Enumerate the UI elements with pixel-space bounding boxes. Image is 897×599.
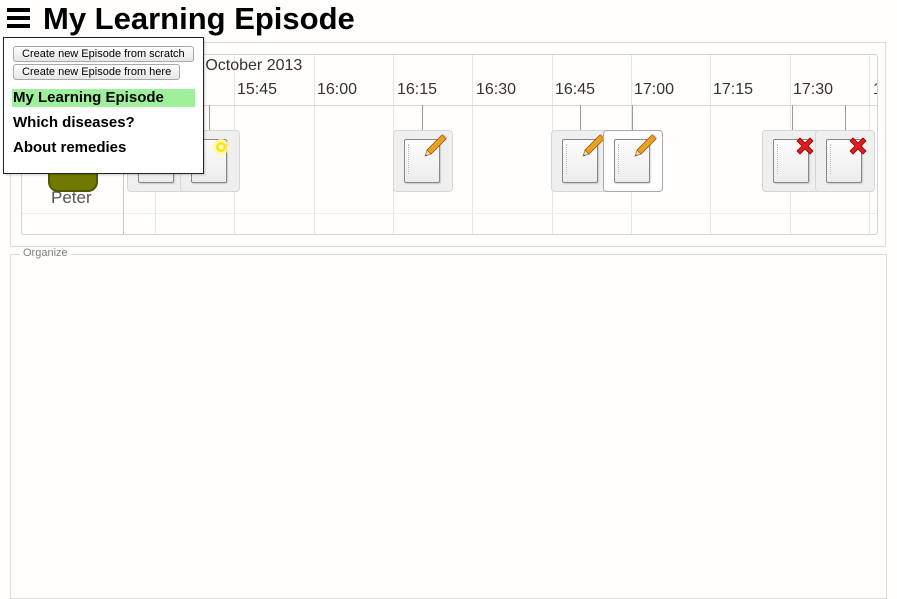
new-sparkle-icon (213, 139, 229, 155)
time-label: 16:45 (555, 81, 596, 98)
hamburger-menu-icon[interactable] (7, 8, 30, 28)
organize-legend: Organize (20, 247, 71, 260)
activity-edit-selected[interactable] (603, 130, 663, 192)
red-cross-icon (849, 137, 867, 155)
create-from-here-button[interactable]: Create new Episode from here (13, 64, 181, 80)
time-label: 17:00 (634, 81, 675, 98)
activity-edit[interactable] (551, 130, 611, 192)
organize-fieldset[interactable] (10, 254, 887, 599)
episode-menu: Create new Episode from scratch Create n… (3, 37, 204, 174)
time-label: 16:30 (476, 81, 517, 98)
menu-item-about-remedies[interactable]: About remedies (12, 139, 195, 157)
time-label: 15:45 (237, 81, 278, 98)
activity-edit[interactable] (393, 130, 453, 192)
pencil-icon (634, 134, 657, 157)
activity-delete[interactable] (815, 130, 875, 192)
time-label: 1 (873, 81, 877, 99)
header: My Learning Episode (0, 0, 897, 40)
create-from-scratch-button[interactable]: Create new Episode from scratch (13, 46, 194, 62)
menu-item-my-learning-episode[interactable]: My Learning Episode (12, 89, 195, 107)
menu-item-which-diseases[interactable]: Which diseases? (12, 114, 195, 132)
time-label: 16:00 (317, 81, 358, 98)
timeline-date: 5 October 2013 (192, 57, 303, 74)
time-label: 17:30 (793, 81, 834, 98)
time-label: 16:15 (397, 81, 438, 98)
page-title: My Learning Episode (43, 1, 355, 36)
red-cross-icon (796, 137, 814, 155)
activity-delete[interactable] (762, 130, 822, 192)
time-label: 17:15 (713, 81, 754, 98)
user-name: Peter (51, 188, 92, 207)
pencil-icon (424, 134, 447, 157)
